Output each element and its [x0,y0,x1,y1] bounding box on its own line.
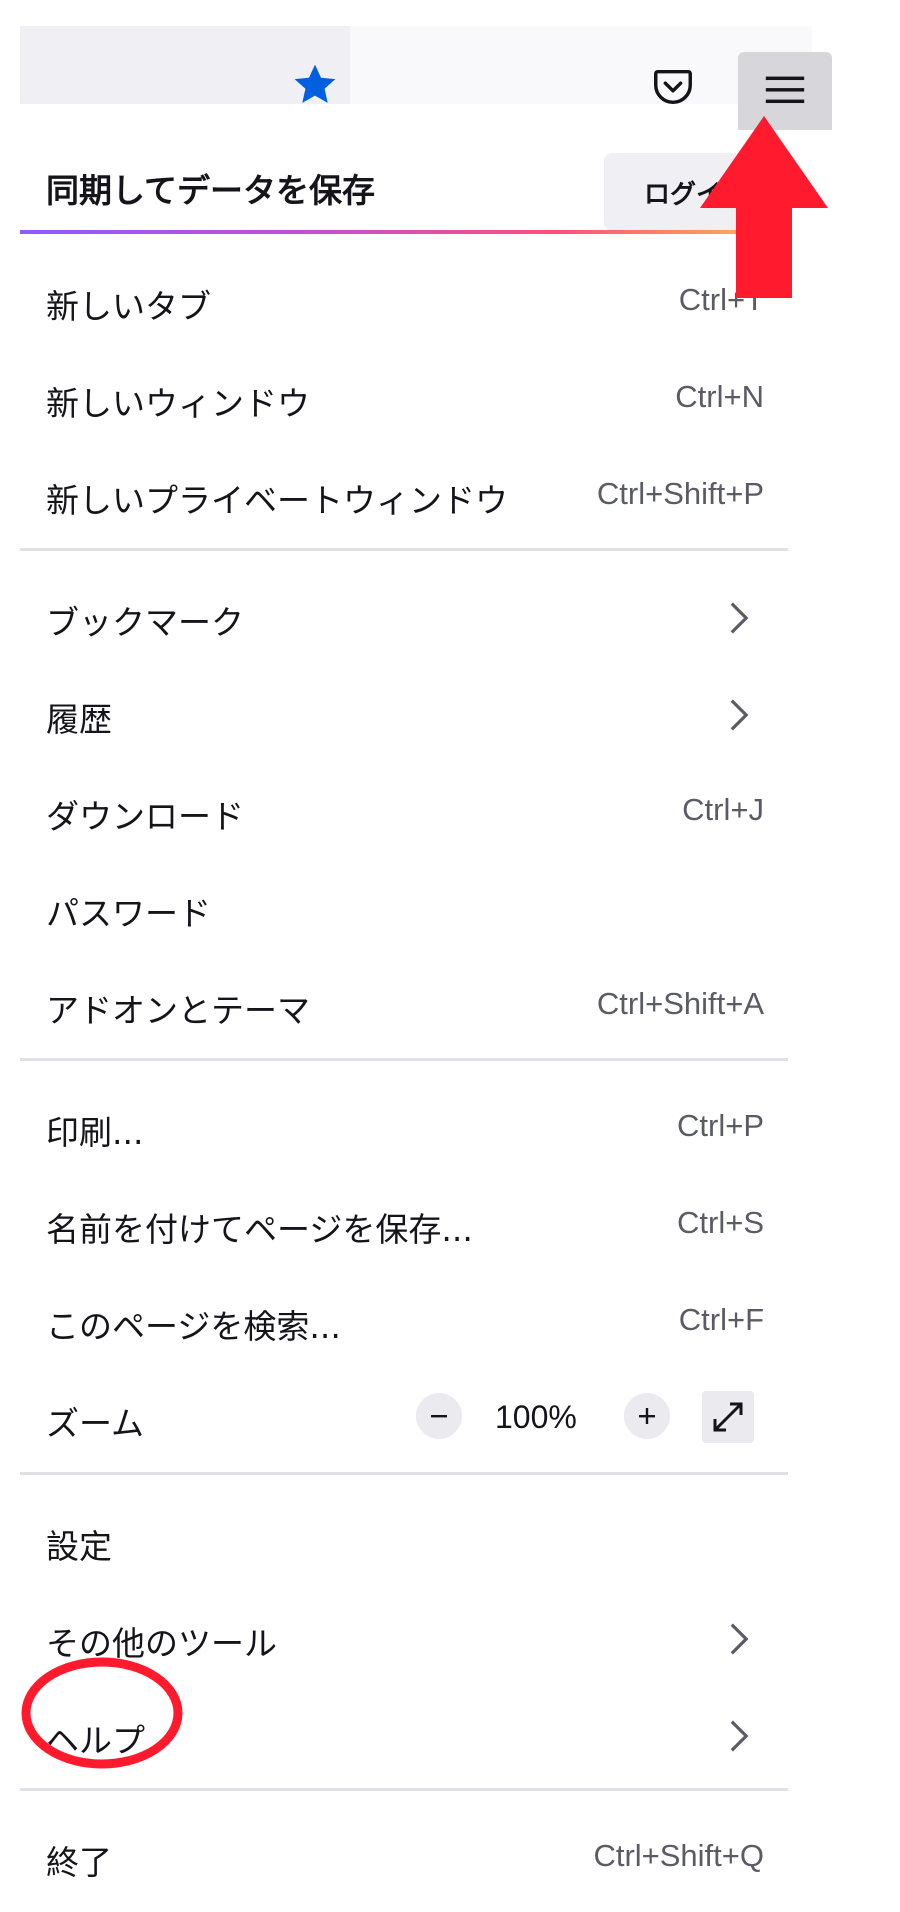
menu-item-label: ズーム [46,1404,145,1443]
menu-item-label: 印刷... [46,1113,144,1152]
menu-item-zoom: ズーム 100% [20,1369,788,1466]
menu-item-save-page[interactable]: 名前を付けてページを保存... Ctrl+S [20,1175,788,1272]
menu-item-shortcut: Ctrl+J [682,792,764,827]
annotation-circle-icon [21,1657,183,1769]
chevron-right-icon [730,1623,749,1655]
annotation-arrow-icon [700,116,828,298]
pocket-icon[interactable] [650,64,696,110]
menu-item-bookmarks[interactable]: ブックマーク [20,568,788,665]
browser-toolbar [20,26,832,130]
menu-item-label: 名前を付けてページを保存... [46,1210,473,1249]
fullscreen-button[interactable] [702,1391,754,1443]
app-menu-panel: 同期してデータを保存 ログイン 新しいタブ Ctrl+T 新しいウィンドウ Ct… [20,108,788,1908]
menu-item-settings[interactable]: 設定 [20,1492,788,1589]
menu-item-label: このページを検索... [46,1307,341,1346]
menu-item-print[interactable]: 印刷... Ctrl+P [20,1078,788,1175]
chevron-right-icon [730,602,749,634]
menu-item-label: 新しいウィンドウ [46,384,310,423]
menu-item-shortcut: Ctrl+N [675,379,764,414]
menu-item-label: パスワード [46,894,211,933]
menu-item-label: 新しいタブ [46,287,211,326]
menu-item-new-window[interactable]: 新しいウィンドウ Ctrl+N [20,349,788,446]
menu-item-label: アドオンとテーマ [46,991,310,1030]
zoom-level[interactable]: 100% [495,1399,577,1436]
menu-separator [20,1058,788,1061]
menu-separator [20,1788,788,1791]
menu-item-shortcut: Ctrl+S [677,1205,764,1240]
menu-item-find-in-page[interactable]: このページを検索... Ctrl+F [20,1272,788,1369]
fullscreen-expand-icon [713,1402,743,1432]
menu-item-label: 履歴 [46,700,112,739]
menu-item-label: 終了 [46,1843,112,1882]
menu-item-passwords[interactable]: パスワード [20,859,788,956]
menu-item-shortcut: Ctrl+Shift+A [596,986,764,1021]
menu-item-shortcut: Ctrl+Shift+P [596,476,764,511]
plus-icon [639,1408,655,1424]
sync-gradient-divider [20,230,788,234]
sync-label: 同期してデータを保存 [46,171,376,210]
sync-row: 同期してデータを保存 ログイン [20,128,788,232]
menu-item-history[interactable]: 履歴 [20,665,788,762]
menu-separator [20,1472,788,1475]
menu-item-shortcut: Ctrl+Shift+Q [593,1838,764,1873]
menu-item-addons-themes[interactable]: アドオンとテーマ Ctrl+Shift+A [20,956,788,1053]
minus-icon [431,1415,447,1418]
menu-item-label: ブックマーク [46,603,244,642]
zoom-out-button[interactable] [416,1393,462,1439]
bookmark-star-icon[interactable] [290,60,340,110]
menu-item-downloads[interactable]: ダウンロード Ctrl+J [20,762,788,859]
menu-item-new-private-window[interactable]: 新しいプライベートウィンドウ Ctrl+Shift+P [20,446,788,543]
menu-item-label: ダウンロード [46,797,244,836]
menu-item-new-tab[interactable]: 新しいタブ Ctrl+T [20,252,788,349]
chevron-right-icon [730,1720,749,1752]
menu-item-shortcut: Ctrl+P [677,1108,764,1143]
hamburger-menu-icon [765,76,805,104]
chevron-right-icon [730,699,749,731]
menu-item-label: 新しいプライベートウィンドウ [46,481,508,520]
menu-item-shortcut: Ctrl+F [678,1302,764,1337]
zoom-in-button[interactable] [624,1393,670,1439]
menu-separator [20,548,788,551]
menu-item-quit[interactable]: 終了 Ctrl+Shift+Q [20,1808,788,1905]
menu-item-label: 設定 [46,1527,112,1566]
